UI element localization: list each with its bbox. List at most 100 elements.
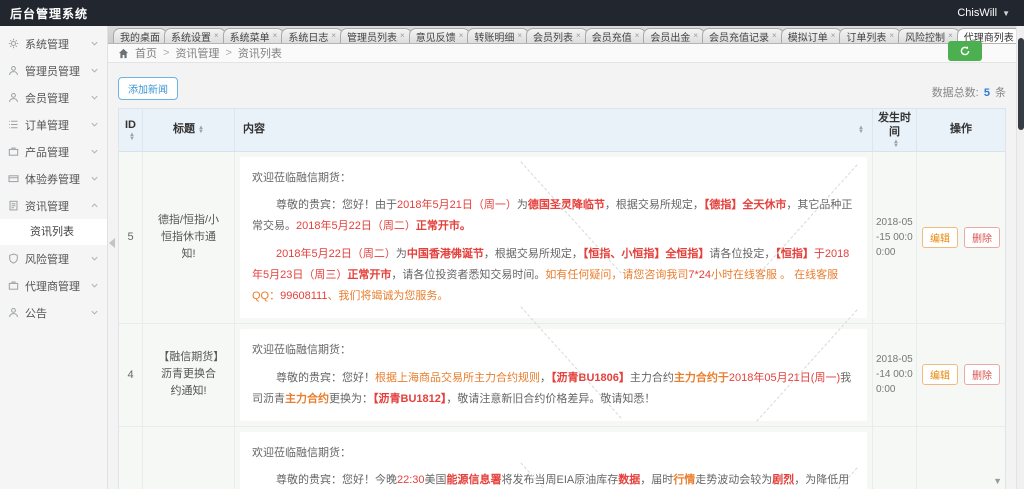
column-label: 操作 — [950, 123, 972, 137]
sidebar-collapse-icon[interactable] — [109, 238, 115, 248]
breadcrumb: 首页 > 资讯管理 > 资讯列表 — [108, 44, 1024, 63]
delete-button[interactable]: 删除 — [964, 364, 1000, 385]
tab-label: 风险控制 — [905, 29, 945, 44]
column-header-id[interactable]: ID▲▼ — [119, 109, 143, 151]
tab-12[interactable]: 模拟订单× — [781, 28, 843, 43]
sidebar-subitem-news-list[interactable]: 资讯列表 — [0, 219, 107, 245]
tab-6[interactable]: 意见反馈× — [409, 28, 471, 43]
chevron-down-icon — [90, 120, 99, 129]
row-actions: 编辑删除 — [917, 152, 1005, 323]
refresh-button[interactable] — [948, 41, 982, 61]
sidebar-item-label: 会员管理 — [25, 90, 69, 106]
sidebar-item-4[interactable]: 订单管理 — [0, 111, 107, 138]
column-header-title[interactable]: 标题▲▼ — [143, 109, 235, 151]
chevron-down-icon — [90, 308, 99, 317]
tab-close-icon[interactable]: × — [948, 32, 953, 40]
row-id-cell: 3 — [119, 427, 143, 489]
edit-button[interactable]: 编辑 — [922, 227, 958, 248]
chevron-down-icon — [90, 39, 99, 48]
tab-11[interactable]: 会员充值记录× — [702, 28, 784, 43]
tab-close-icon[interactable]: × — [331, 32, 336, 40]
sidebar-item-7[interactable]: 资讯管理 — [0, 192, 107, 219]
home-icon — [118, 48, 129, 59]
tab-close-icon[interactable]: × — [517, 32, 522, 40]
tab-1[interactable]: 我的桌面 — [113, 28, 167, 43]
column-header-time[interactable]: 发生时间▲▼ — [873, 109, 917, 151]
tab-10[interactable]: 会员出金× — [643, 28, 705, 43]
sort-icon[interactable]: ▲▼ — [129, 133, 135, 141]
tab-close-icon[interactable]: × — [772, 32, 777, 40]
tab-close-icon[interactable]: × — [273, 32, 278, 40]
tab-2[interactable]: 系统设置× — [164, 28, 226, 43]
sidebar-item-1[interactable]: 系统管理 — [0, 30, 107, 57]
tab-label: 模拟订单 — [788, 29, 828, 44]
add-news-button[interactable]: 添加新闻 — [118, 77, 178, 100]
sort-icon[interactable]: ▲▼ — [858, 126, 864, 134]
tab-close-icon[interactable]: × — [400, 32, 405, 40]
tab-close-icon[interactable]: × — [831, 32, 836, 40]
sort-icon[interactable]: ▲▼ — [198, 126, 204, 134]
user-menu[interactable]: ChisWill ▼ — [957, 7, 1024, 19]
vertical-scrollbar[interactable] — [1016, 26, 1024, 489]
breadcrumb-separator: > — [163, 47, 169, 59]
tab-close-icon[interactable]: × — [576, 32, 581, 40]
tab-5[interactable]: 管理员列表× — [340, 28, 412, 43]
sidebar-item-label: 体验券管理 — [25, 171, 80, 187]
table-row: 5德指/恒指/小恒指休市通知!欢迎莅临融信期货：尊敬的贵宾：您好！由于2018年… — [119, 152, 1005, 324]
content-rich-text: 欢迎莅临融信期货：尊敬的贵宾：您好！今晚22:30美国能源信息署将发布当周EIA… — [240, 432, 867, 489]
refresh-icon — [959, 45, 971, 57]
sort-icon[interactable]: ▲▼ — [893, 140, 899, 148]
breadcrumb-home[interactable]: 首页 — [135, 45, 157, 61]
member-icon — [8, 92, 20, 104]
column-label: 发生时间 — [877, 112, 912, 140]
main-content: 添加新闻 数据总数: 5 条 ID▲▼标题▲▼内容▲▼发生时间▲▼操作 5德指/… — [108, 63, 1016, 489]
sidebar-item-label: 代理商管理 — [25, 278, 80, 294]
tab-8[interactable]: 会员列表× — [526, 28, 588, 43]
row-content: 欢迎莅临融信期货：尊敬的贵宾：您好！今晚22:30美国能源信息署将发布当周EIA… — [235, 427, 873, 489]
user-name: ChisWill — [957, 7, 997, 19]
sidebar-item-6[interactable]: 体验券管理 — [0, 165, 107, 192]
column-header-content[interactable]: 内容▲▼ — [235, 109, 873, 151]
content-rich-text: 欢迎莅临融信期货：尊敬的贵宾：您好！根据上海商品交易所主力合约规则，【沥青BU1… — [240, 329, 867, 421]
tab-close-icon[interactable]: × — [693, 32, 698, 40]
tab-close-icon[interactable]: × — [214, 32, 219, 40]
sidebar-item-3[interactable]: 会员管理 — [0, 84, 107, 111]
tab-label: 转账明细 — [474, 29, 514, 44]
admin-icon — [8, 65, 20, 77]
tab-7[interactable]: 转账明细× — [467, 28, 529, 43]
toolbar: 添加新闻 数据总数: 5 条 — [118, 77, 1006, 100]
row-content: 欢迎莅临融信期货：尊敬的贵宾：您好！根据上海商品交易所主力合约规则，【沥青BU1… — [235, 324, 873, 426]
tab-close-icon[interactable]: × — [635, 32, 640, 40]
row-actions: 编辑删除 — [917, 427, 1005, 489]
sidebar-item-8[interactable]: 风险管理 — [0, 245, 107, 272]
sidebar-item-label: 管理员管理 — [25, 63, 80, 79]
tab-3[interactable]: 系统菜单× — [223, 28, 285, 43]
tab-13[interactable]: 订单列表× — [839, 28, 901, 43]
tab-close-icon[interactable]: × — [889, 32, 894, 40]
product-icon — [8, 146, 20, 158]
delete-button[interactable]: 删除 — [964, 227, 1000, 248]
table-header: ID▲▼标题▲▼内容▲▼发生时间▲▼操作 — [119, 109, 1005, 152]
scrollbar-thumb[interactable] — [1018, 38, 1024, 130]
row-title: EIA预警公告/美原油更换合约通知! — [143, 427, 235, 489]
chevron-down-icon — [90, 174, 99, 183]
tab-close-icon[interactable]: × — [459, 32, 464, 40]
breadcrumb-separator: > — [225, 47, 231, 59]
sidebar-item-10[interactable]: 公告 — [0, 299, 107, 326]
announce-icon — [8, 307, 20, 319]
risk-icon — [8, 253, 20, 265]
breadcrumb-section[interactable]: 资讯管理 — [175, 45, 219, 61]
caret-down-icon: ▼ — [993, 476, 1002, 486]
sidebar-item-9[interactable]: 代理商管理 — [0, 272, 107, 299]
edit-button[interactable]: 编辑 — [922, 364, 958, 385]
total-unit: 条 — [995, 87, 1006, 99]
sidebar-item-2[interactable]: 管理员管理 — [0, 57, 107, 84]
tab-label: 管理员列表 — [347, 29, 397, 44]
sidebar-item-label: 产品管理 — [25, 144, 69, 160]
tab-label: 系统设置 — [171, 29, 211, 44]
row-time: 2018-05-14 00:00:00 — [873, 324, 917, 426]
total-count: 数据总数: 5 条 — [932, 84, 1006, 100]
tab-9[interactable]: 会员充值× — [585, 28, 647, 43]
sidebar-item-5[interactable]: 产品管理 — [0, 138, 107, 165]
tab-4[interactable]: 系统日志× — [281, 28, 343, 43]
